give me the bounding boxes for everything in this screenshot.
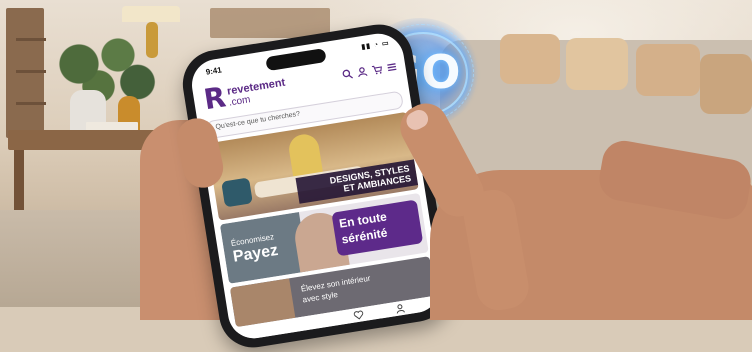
user-icon[interactable] <box>356 66 369 79</box>
banner-armchair <box>221 177 253 208</box>
bookshelf <box>6 8 46 138</box>
wall-shelf <box>210 8 330 38</box>
table-leg <box>14 150 24 210</box>
smartphone: 9:41 ▮▮ ◔ ▭ R revetement .com Qu'est-ce … <box>177 19 455 352</box>
banner-arch-decor <box>286 132 323 177</box>
search-icon[interactable] <box>341 68 354 81</box>
logo-text[interactable]: revetement <box>226 77 286 98</box>
favorites-icon[interactable] <box>353 309 364 320</box>
account-icon[interactable] <box>394 303 405 314</box>
logo-domain: .com <box>228 94 252 109</box>
banner-payment-badge: En toute sérénité <box>331 199 424 257</box>
fingernail <box>403 106 432 134</box>
header-icons <box>341 61 398 81</box>
status-time: 9:41 <box>205 65 223 77</box>
menu-icon[interactable] <box>386 61 399 74</box>
lamp-shade <box>122 6 180 22</box>
cushion <box>500 34 560 84</box>
logo-mark[interactable]: R <box>202 80 228 116</box>
banner-payment-left: Économisez Payez <box>219 212 309 284</box>
status-icons: ▮▮ ◔ ▭ <box>360 39 391 52</box>
cushion <box>566 38 628 90</box>
cart-icon[interactable] <box>371 63 384 76</box>
cushion <box>700 54 752 114</box>
cushion <box>636 44 700 96</box>
phone-screen: 9:41 ▮▮ ◔ ▭ R revetement .com Qu'est-ce … <box>188 29 444 343</box>
